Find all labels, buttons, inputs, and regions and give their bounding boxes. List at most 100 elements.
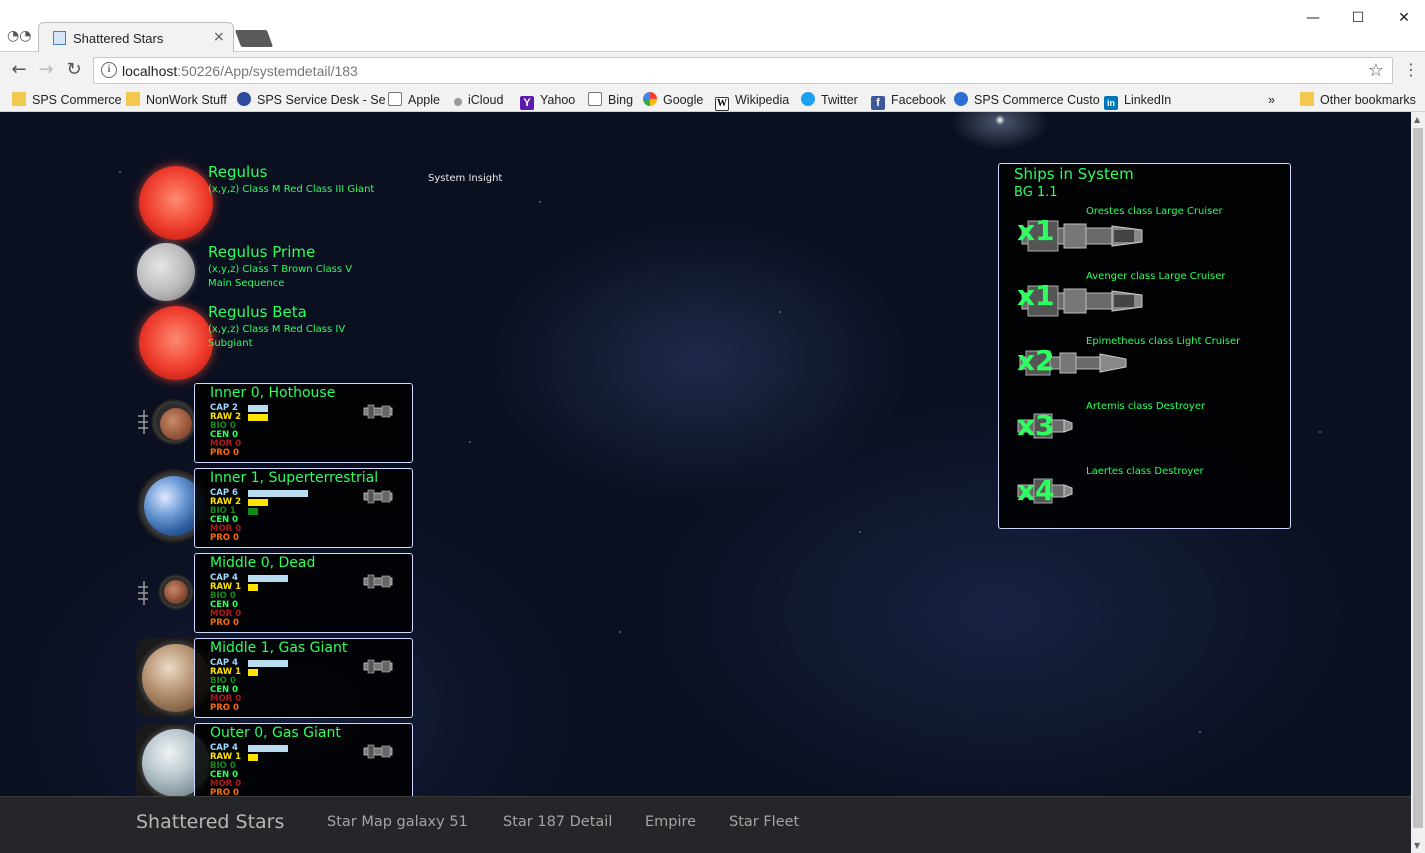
stat-pro: PRO 0 <box>210 618 239 628</box>
station-icon[interactable] <box>362 574 394 589</box>
star-name[interactable]: Regulus Beta <box>208 303 307 321</box>
nav-empire[interactable]: Empire <box>645 814 696 830</box>
bookmark-label: NonWork Stuff <box>146 93 227 107</box>
raw-bar <box>248 414 268 421</box>
bookmark-label: SPS Commerce <box>32 93 122 107</box>
bookmark-star-icon[interactable]: ☆ <box>1368 60 1384 81</box>
ship-entry[interactable]: x2 Epimetheus class Light Cruiser <box>1014 336 1284 396</box>
more-bookmarks-chevron-icon[interactable]: » <box>1268 91 1275 109</box>
facebook-icon: f <box>871 96 885 110</box>
bookmarks-bar: SPS Commerce NonWork Stuff SPS Service D… <box>0 88 1425 112</box>
star-description: (x,y,z) Class T Brown Class V Main Seque… <box>208 264 353 289</box>
nav-star-fleet[interactable]: Star Fleet <box>729 814 799 830</box>
red-star-image[interactable] <box>139 306 213 380</box>
apple-icon <box>454 98 462 106</box>
incognito-icon: ◔◔ <box>7 28 32 44</box>
bookmark-sps-service-desk[interactable]: SPS Service Desk - Se <box>237 91 386 109</box>
scroll-up-icon[interactable]: ▲ <box>1414 115 1420 124</box>
bookmark-facebook[interactable]: f Facebook <box>871 91 946 110</box>
page-scrollbar[interactable]: ▲ ▼ <box>1411 112 1425 853</box>
close-tab-icon[interactable]: × <box>213 29 225 45</box>
bookmark-twitter[interactable]: Twitter <box>801 91 858 109</box>
ship-entry[interactable]: x1 Orestes class Large Cruiser <box>1014 206 1284 266</box>
address-bar[interactable]: i localhost:50226/App/systemdetail/183 ☆ <box>93 57 1393 84</box>
planet-card-middle-1[interactable]: Middle 1, Gas Giant CAP 4 RAW 1 BIO 0 CE… <box>194 638 413 718</box>
yahoo-icon: Y <box>520 96 534 110</box>
raw-bar <box>248 584 258 591</box>
bookmark-label: Yahoo <box>540 93 576 107</box>
browser-menu-icon[interactable]: ⋮ <box>1403 60 1419 79</box>
planet-card-inner-0[interactable]: Inner 0, Hothouse CAP 2 RAW 2 BIO 0 CEN … <box>194 383 413 463</box>
bookmark-label: Other bookmarks <box>1320 93 1416 107</box>
station-icon[interactable] <box>362 489 394 504</box>
station-icon[interactable] <box>362 744 394 759</box>
ship-class-label: Artemis class Destroyer <box>1086 401 1206 412</box>
bookmark-apple[interactable]: Apple <box>388 91 440 109</box>
ship-entry[interactable]: x1 Avenger class Large Cruiser <box>1014 271 1284 331</box>
station-icon[interactable] <box>362 659 394 674</box>
bookmark-sps-commerce-custo[interactable]: SPS Commerce Custo <box>954 91 1100 109</box>
ships-panel-title: Ships in System <box>1014 165 1134 183</box>
gear-icon <box>237 92 251 106</box>
bookmark-other[interactable]: Other bookmarks <box>1300 91 1416 109</box>
battle-group-label[interactable]: BG 1.1 <box>1014 185 1058 200</box>
reload-icon[interactable]: ↻ <box>64 60 84 80</box>
back-icon[interactable]: ← <box>9 60 29 80</box>
minimize-icon[interactable]: — <box>1305 10 1321 26</box>
scroll-down-icon[interactable]: ▼ <box>1414 841 1420 850</box>
planet-card-outer-0[interactable]: Outer 0, Gas Giant CAP 4 RAW 1 BIO 0 CEN… <box>194 723 413 803</box>
cap-bar <box>248 575 288 582</box>
planet-image[interactable] <box>160 408 192 440</box>
system-insight-link[interactable]: System Insight <box>428 173 502 184</box>
bookmark-wikipedia[interactable]: W Wikipedia <box>715 91 790 111</box>
red-star-image[interactable] <box>139 166 213 240</box>
station-icon[interactable] <box>362 404 394 419</box>
star-description: (x,y,z) Class M Red Class IV Subgiant <box>208 324 346 349</box>
new-tab-button[interactable] <box>234 30 274 47</box>
bookmark-sps-commerce[interactable]: SPS Commerce <box>12 91 122 109</box>
bookmark-nonwork-stuff[interactable]: NonWork Stuff <box>126 91 227 109</box>
bookmark-google[interactable]: Google <box>643 91 703 109</box>
ship-quantity: x4 <box>1017 474 1055 507</box>
ship-quantity: x3 <box>1017 409 1055 442</box>
google-icon <box>643 92 657 106</box>
ship-class-label: Orestes class Large Cruiser <box>1086 206 1223 217</box>
star-name[interactable]: Regulus Prime <box>208 243 315 261</box>
info-icon[interactable]: i <box>101 62 117 78</box>
ship-quantity: x1 <box>1017 279 1055 312</box>
bookmark-label: Google <box>663 93 704 107</box>
doc-icon <box>588 92 602 106</box>
maximize-icon[interactable]: ☐ <box>1350 10 1366 26</box>
bookmark-linkedin[interactable]: in LinkedIn <box>1104 91 1171 110</box>
forward-icon[interactable]: → <box>36 60 56 80</box>
nav-star-map[interactable]: Star Map galaxy 51 <box>327 814 468 830</box>
planet-card-inner-1[interactable]: Inner 1, Superterrestrial CAP 6 RAW 2 BI… <box>194 468 413 548</box>
browser-tab[interactable]: Shattered Stars × <box>38 22 234 52</box>
sps-icon <box>954 92 968 106</box>
brown-star-image[interactable] <box>137 243 195 301</box>
bookmark-bing[interactable]: Bing <box>588 91 633 109</box>
bookmark-label: Facebook <box>891 93 946 107</box>
ship-entry[interactable]: x3 Artemis class Destroyer <box>1014 401 1284 461</box>
bookmark-label: iCloud <box>468 93 504 107</box>
ship-class-label: Epimetheus class Light Cruiser <box>1086 336 1241 347</box>
folder-icon <box>1300 92 1314 106</box>
nav-star-detail[interactable]: Star 187 Detail <box>503 814 612 830</box>
raw-bar <box>248 669 258 676</box>
dock-icon <box>138 410 150 434</box>
ship-entry[interactable]: x4 Laertes class Destroyer <box>1014 466 1284 526</box>
star-name[interactable]: Regulus <box>208 163 268 181</box>
bookmark-yahoo[interactable]: Y Yahoo <box>520 91 576 110</box>
bookmark-label: Wikipedia <box>735 93 790 107</box>
planet-card-middle-0[interactable]: Middle 0, Dead CAP 4 RAW 1 BIO 0 CEN 0 M… <box>194 553 413 633</box>
scrollbar-thumb[interactable] <box>1413 128 1423 828</box>
bookmark-icloud[interactable]: iCloud <box>454 91 503 109</box>
bookmark-label: SPS Service Desk - Se <box>257 93 386 107</box>
doc-icon <box>388 92 402 106</box>
url-text[interactable]: localhost:50226/App/systemdetail/183 <box>122 63 358 79</box>
ship-class-label: Avenger class Large Cruiser <box>1086 271 1226 282</box>
planet-image[interactable] <box>164 580 188 604</box>
close-window-icon[interactable]: ✕ <box>1396 10 1412 26</box>
brand-link[interactable]: Shattered Stars <box>136 811 284 833</box>
bookmark-label: Twitter <box>821 93 858 107</box>
